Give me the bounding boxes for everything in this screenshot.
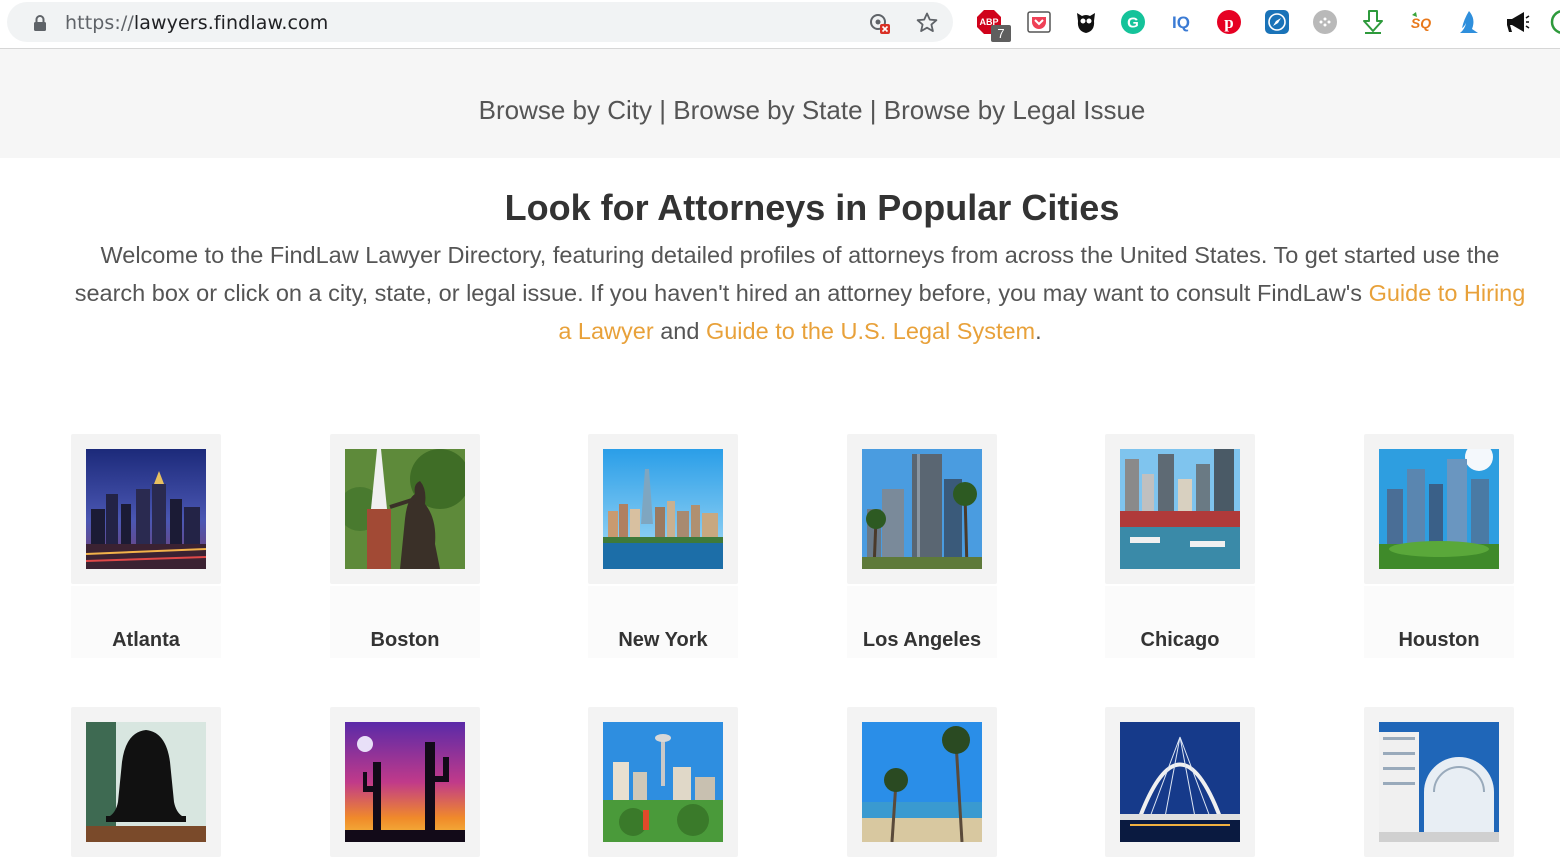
- guide-to-legal-system-link[interactable]: Guide to the U.S. Legal System: [706, 318, 1035, 344]
- san-antonio-skyline-image: [603, 722, 723, 842]
- url-protocol: https://: [65, 12, 134, 34]
- iq-icon[interactable]: IQ: [1168, 9, 1194, 35]
- city-tile-boston[interactable]: [330, 434, 480, 584]
- pinterest-icon[interactable]: p: [1216, 9, 1242, 35]
- browse-by-city-link[interactable]: Browse by City: [479, 95, 652, 125]
- atlanta-skyline-image: [86, 449, 206, 569]
- location-blocked-icon[interactable]: [867, 11, 891, 35]
- page-title: Look for Attorneys in Popular Cities: [504, 187, 1120, 228]
- address-bar[interactable]: https://lawyers.findlaw.com: [7, 2, 953, 42]
- city-tile-san-diego[interactable]: [847, 707, 997, 857]
- chicago-river-image: [1120, 449, 1240, 569]
- megaphone-icon[interactable]: [1504, 9, 1530, 35]
- liberty-bell-image: [86, 722, 206, 842]
- city-tile-dallas[interactable]: [1105, 707, 1255, 857]
- phoenix-sunset-image: [345, 722, 465, 842]
- compass-icon[interactable]: [1264, 9, 1290, 35]
- city-tile-new-york[interactable]: [588, 434, 738, 584]
- houston-skyline-image: [1379, 449, 1499, 569]
- adblock-count-badge: 7: [991, 25, 1011, 42]
- intro-text: and: [653, 318, 706, 344]
- intro-text: .: [1035, 318, 1042, 344]
- city-tile-philadelphia[interactable]: [71, 707, 221, 857]
- svg-text:SQ: SQ: [1411, 15, 1431, 31]
- city-tile-atlanta[interactable]: [71, 434, 221, 584]
- lock-icon: [34, 15, 46, 31]
- city-tile-san-antonio[interactable]: [588, 707, 738, 857]
- sq-icon[interactable]: SQ: [1408, 9, 1434, 35]
- pocket-icon[interactable]: [1026, 9, 1052, 35]
- nav-separator: |: [869, 95, 877, 125]
- browse-by-legal-issue-link[interactable]: Browse by Legal Issue: [884, 95, 1146, 125]
- boston-statue-image: [345, 449, 465, 569]
- flame-icon[interactable]: [1456, 9, 1482, 35]
- bookmark-star-icon[interactable]: [915, 11, 939, 35]
- san-jose-building-image: [1379, 722, 1499, 842]
- svg-text:G: G: [1127, 15, 1139, 32]
- new-york-skyline-image: [603, 449, 723, 569]
- intro-paragraph: Welcome to the FindLaw Lawyer Directory,…: [72, 236, 1528, 350]
- intro-text: Welcome to the FindLaw Lawyer Directory,…: [74, 242, 1500, 306]
- browse-by-state-link[interactable]: Browse by State: [673, 95, 862, 125]
- grammarly-icon[interactable]: G: [1120, 9, 1146, 35]
- city-name-new-york[interactable]: New York: [588, 586, 738, 658]
- dots-icon[interactable]: [1312, 9, 1338, 35]
- svg-text:p: p: [1224, 13, 1233, 32]
- extension-edge-icon[interactable]: [1550, 9, 1560, 35]
- los-angeles-towers-image: [862, 449, 982, 569]
- owl-icon[interactable]: [1073, 9, 1099, 35]
- url-host: lawyers.findlaw.com: [133, 12, 329, 34]
- browse-nav: Browse by City | Browse by State | Brows…: [32, 95, 1560, 126]
- city-tile-houston[interactable]: [1364, 434, 1514, 584]
- url-text[interactable]: https://lawyers.findlaw.com: [65, 12, 328, 34]
- san-diego-beach-image: [862, 722, 982, 842]
- city-name-boston[interactable]: Boston: [330, 586, 480, 658]
- download-icon[interactable]: [1360, 9, 1386, 35]
- nav-separator: |: [659, 95, 666, 125]
- city-tile-phoenix[interactable]: [330, 707, 480, 857]
- city-tile-san-jose[interactable]: [1364, 707, 1514, 857]
- city-tile-los-angeles[interactable]: [847, 434, 997, 584]
- svg-text:IQ: IQ: [1172, 13, 1190, 32]
- city-name-atlanta[interactable]: Atlanta: [71, 586, 221, 658]
- browser-toolbar: https://lawyers.findlaw.com ABP 7 G IQ p: [0, 0, 1560, 49]
- dallas-bridge-image: [1120, 722, 1240, 842]
- city-name-houston[interactable]: Houston: [1364, 586, 1514, 658]
- city-tile-chicago[interactable]: [1105, 434, 1255, 584]
- city-name-los-angeles[interactable]: Los Angeles: [847, 586, 997, 658]
- city-name-chicago[interactable]: Chicago: [1105, 586, 1255, 658]
